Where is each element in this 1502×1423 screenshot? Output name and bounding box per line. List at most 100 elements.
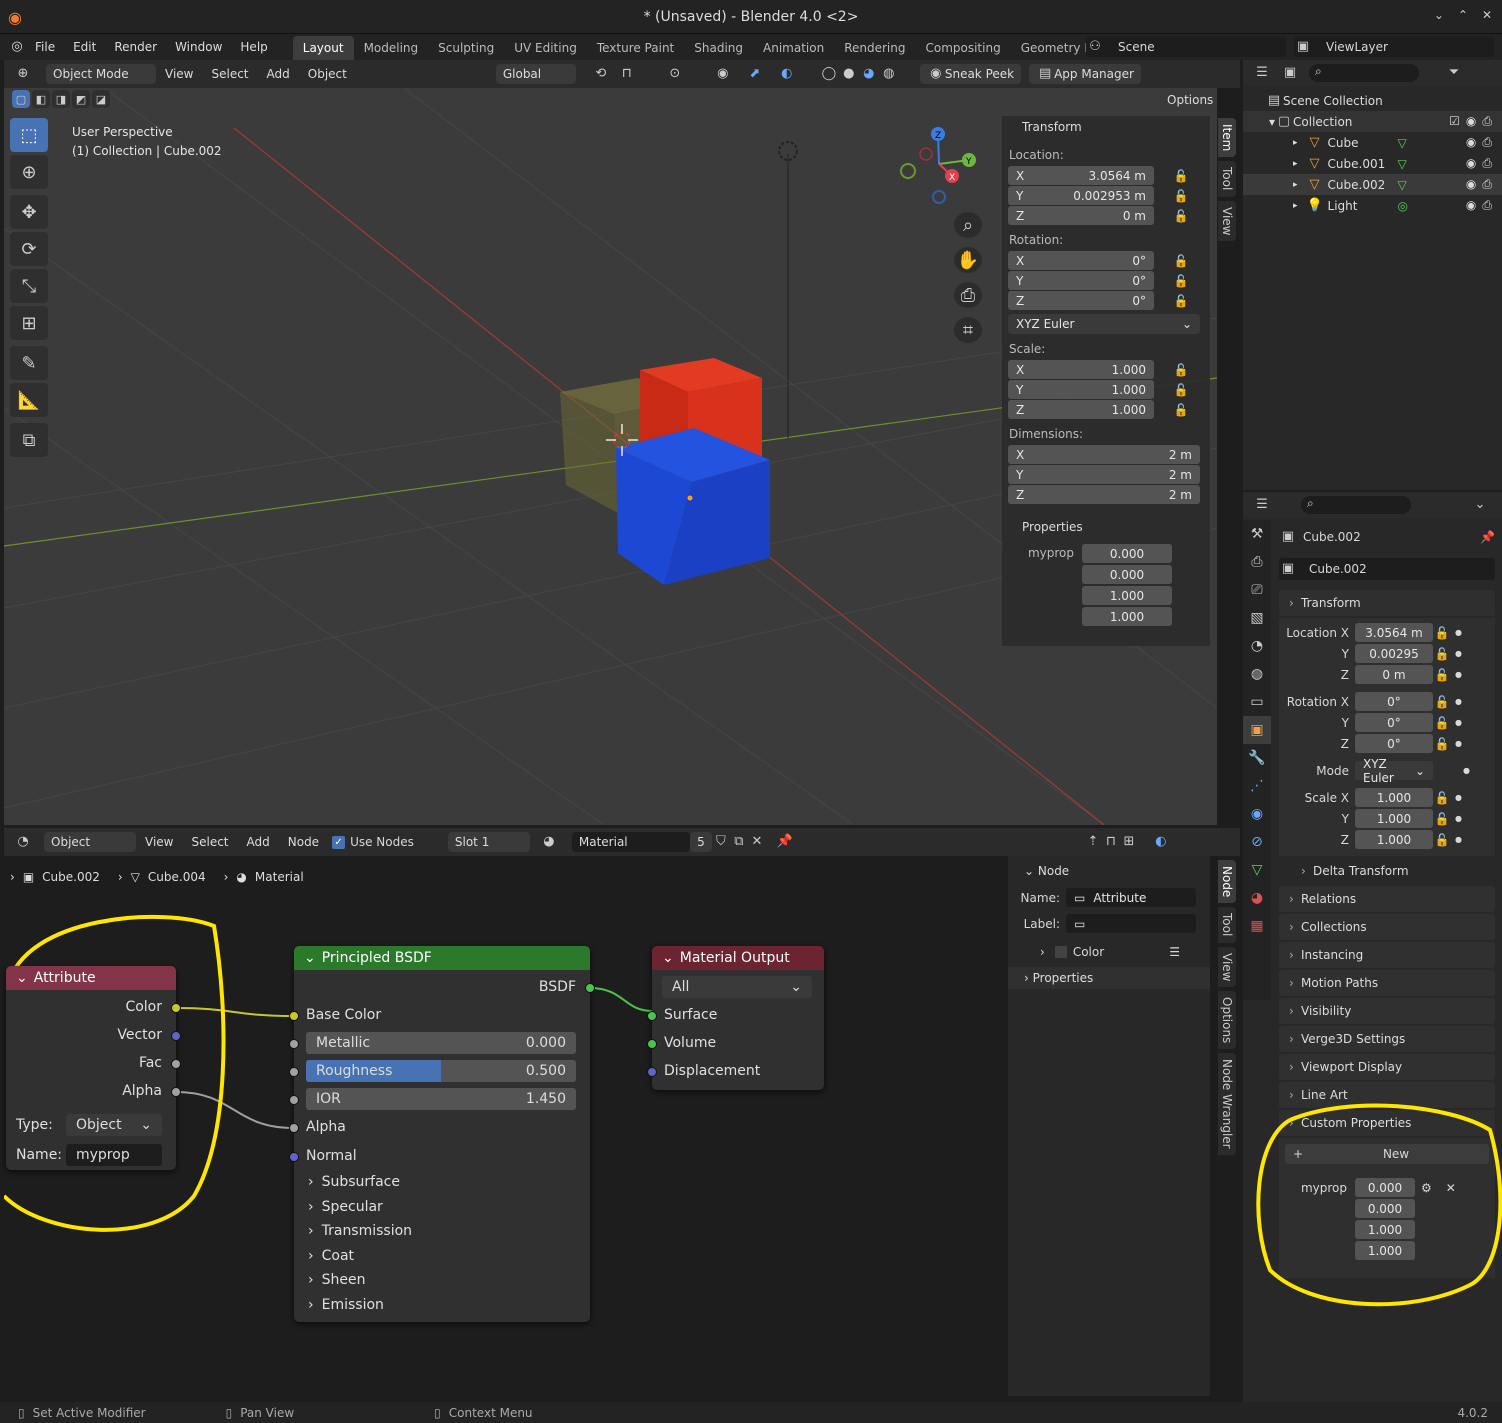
myprop-value-field[interactable]: 1.000 (1082, 607, 1172, 626)
myprop-value-field[interactable]: 0.000 (1082, 544, 1172, 563)
bsdf-panel-emission[interactable]: › Emission (308, 1293, 412, 1318)
node-color-row[interactable]: › Color ☰ (1008, 945, 1210, 959)
light-data-icon[interactable]: ◎ (1398, 199, 1408, 213)
output-target-dropdown[interactable]: All ⌄ (662, 976, 812, 998)
transform-orientation-dropdown[interactable]: Global (495, 64, 576, 84)
lock-icon[interactable]: 🔓 (1172, 294, 1190, 308)
node-menu-add[interactable]: Add (238, 829, 279, 855)
material-output-node[interactable]: ⌄ Material Output All ⌄ Surface Volume Dis… (647, 946, 824, 1090)
parent-node-icon[interactable]: ⇡ (1084, 833, 1102, 851)
color-output-socket[interactable] (171, 1003, 181, 1013)
lock-icon[interactable]: 🔓 (1172, 169, 1190, 183)
menu-window[interactable]: Window (166, 34, 231, 60)
rotation-y-field[interactable]: Y 0° (1008, 271, 1154, 290)
cube-blue[interactable] (616, 428, 770, 585)
prop-value-field[interactable]: 0° (1355, 713, 1433, 732)
tab-layout[interactable]: Layout (292, 36, 354, 60)
camera-render-icon[interactable]: ⎙ (1482, 156, 1492, 171)
location-x-field[interactable]: X 3.0564 m (1008, 166, 1154, 185)
minimize-icon[interactable]: ⌄ (1434, 8, 1444, 22)
lock-icon[interactable]: 🔓 (1172, 403, 1190, 417)
outliner-item-cube-001[interactable]: ▸ ▽ Cube.001 ▽ ◉ ⎙ (1243, 153, 1502, 174)
properties-panel-header[interactable]: Properties (1002, 516, 1210, 538)
material-browse-icon[interactable]: ◕ (540, 833, 558, 851)
duplicate-icon[interactable]: ⧉ (730, 833, 748, 851)
select-intersect-icon[interactable]: ◪ (92, 90, 110, 108)
outliner-editor-icon[interactable]: ☰ (1253, 64, 1271, 82)
prop-value-field[interactable]: 0 m (1355, 665, 1433, 684)
tab-rendering[interactable]: Rendering (834, 36, 915, 60)
material-name-field[interactable]: Material (571, 832, 690, 852)
checkbox-icon[interactable]: ☑ (1449, 114, 1460, 129)
menu-help[interactable]: Help (231, 34, 276, 60)
scale-z-field[interactable]: Z 1.000 (1008, 400, 1154, 419)
node-label-field[interactable]: ▭ (1066, 914, 1196, 933)
principled-bsdf-node[interactable]: ⌄ Principled BSDF BSDF Base Color Metalli… (289, 946, 595, 1322)
navigation-gizmo[interactable]: Z Y X (894, 124, 984, 214)
outliner-collection[interactable]: ▾ ▢ Collection ☑ ◉ ⎙ (1243, 111, 1502, 132)
rotation-mode-dropdown[interactable]: XYZ Euler ⌄ (1355, 757, 1433, 785)
menu-file[interactable]: File (26, 34, 64, 60)
section-viewport-display[interactable]: Viewport Display (1279, 1054, 1495, 1080)
move-icon[interactable]: ✥ (10, 195, 48, 229)
shading-solid-icon[interactable]: ● (840, 65, 858, 83)
roughness-slider[interactable]: Roughness 0.500 (306, 1060, 576, 1082)
texture-icon[interactable]: ▦ (1243, 912, 1271, 940)
scene-icon[interactable]: ◔ (1243, 632, 1271, 660)
lock-icon[interactable]: 🔓 (1433, 647, 1451, 661)
object-name-field[interactable]: ▣ Cube.002 (1279, 558, 1495, 580)
keyframe-dot-icon[interactable]: ● (1455, 814, 1462, 823)
expand-icon[interactable]: ▸ (1293, 138, 1298, 148)
keyframe-dot-icon[interactable]: ● (1455, 739, 1462, 748)
pan-hand-icon[interactable]: ✋ (954, 247, 982, 273)
lock-icon[interactable]: 🔓 (1172, 209, 1190, 223)
section-verge3d-settings[interactable]: Verge3D Settings (1279, 1026, 1495, 1052)
attribute-node-header[interactable]: ⌄ Attribute (6, 966, 176, 990)
tab-compositing[interactable]: Compositing (915, 36, 1010, 60)
prop-value-field[interactable]: 0° (1355, 692, 1433, 711)
view-layer-icon[interactable]: ▧ (1243, 604, 1271, 632)
viewport-menu-view[interactable]: View (156, 61, 202, 87)
render-icon[interactable]: ⎙ (1243, 548, 1271, 576)
bsdf-panel-sheen[interactable]: › Sheen (308, 1268, 412, 1293)
outliner-item-cube-002[interactable]: ▸ ▽ Cube.002 ▽ ◉ ⎙ (1243, 174, 1502, 195)
collection-icon[interactable]: ▭ (1243, 688, 1271, 716)
lock-icon[interactable]: 🔓 (1433, 716, 1451, 730)
grid-perspective-icon[interactable]: ⌗ (954, 317, 982, 343)
fac-output-socket[interactable] (171, 1059, 181, 1069)
node-menu-node[interactable]: Node (279, 829, 328, 855)
overlay-icon[interactable]: ◐ (778, 65, 796, 83)
mesh-data-icon[interactable]: ▽ (1398, 136, 1407, 150)
transform-panel-header[interactable]: Transform (1002, 116, 1210, 138)
material-users-count[interactable]: 5 (689, 832, 712, 852)
alpha-socket[interactable] (289, 1123, 299, 1133)
tab-uv-editing[interactable]: UV Editing (504, 36, 587, 60)
eye-icon[interactable]: ◉ (1466, 135, 1476, 150)
physics-icon[interactable]: ◉ (1243, 800, 1271, 828)
prop-value-field[interactable]: 1.000 (1355, 809, 1433, 828)
annotate-icon[interactable]: ✎ (10, 346, 48, 380)
material-icon[interactable]: ◕ (1243, 884, 1271, 912)
select-new-icon[interactable]: ▢ (12, 90, 30, 108)
sneak-peek-button[interactable]: ◉ Sneak Peek (919, 64, 1022, 84)
section-relations[interactable]: Relations (1279, 886, 1495, 912)
attribute-name-field[interactable]: myprop (66, 1144, 162, 1166)
snap-icon[interactable]: ⊓ (1102, 833, 1120, 851)
lock-icon[interactable]: 🔓 (1433, 695, 1451, 709)
tab-options[interactable]: Options (1218, 991, 1236, 1050)
lock-icon[interactable]: 🔓 (1433, 812, 1451, 826)
display-mode-icon[interactable]: ▣ (1281, 64, 1299, 82)
tab-node-view[interactable]: View (1218, 946, 1236, 988)
slot-dropdown[interactable]: Slot 1 (447, 832, 530, 852)
node-menu-view[interactable]: View (136, 829, 182, 855)
keyframe-dot-icon[interactable]: ● (1455, 628, 1462, 637)
scene-selector[interactable]: ⚇ Scene (1086, 37, 1286, 57)
vector-output-socket[interactable] (171, 1031, 181, 1041)
color-checkbox[interactable] (1054, 946, 1067, 958)
menu-render[interactable]: Render (105, 34, 166, 60)
bsdf-panel-coat[interactable]: › Coat (308, 1244, 412, 1269)
tab-view[interactable]: View (1218, 200, 1236, 242)
transform-section[interactable]: Transform (1279, 590, 1495, 616)
node-name-field[interactable]: ▭ Attribute (1066, 888, 1196, 907)
transform-icon[interactable]: ⊞ (10, 306, 48, 340)
